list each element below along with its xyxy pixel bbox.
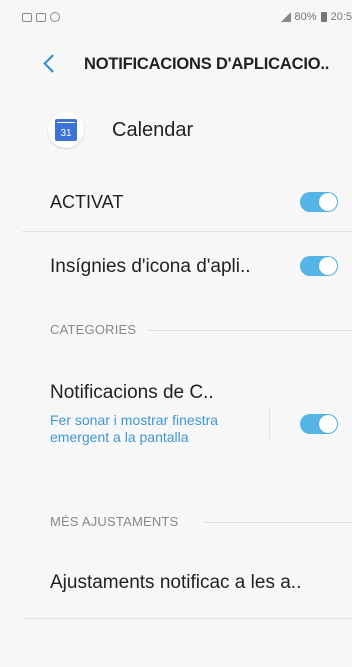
notification-settings-label: Ajustaments notificac a les a.. xyxy=(50,572,302,593)
notification-settings-row[interactable]: Ajustaments notificac a les a.. xyxy=(0,552,352,616)
app-badges-toggle[interactable] xyxy=(300,256,338,276)
back-arrow-icon[interactable] xyxy=(43,54,62,73)
whatsapp-notification-icon xyxy=(50,12,60,22)
categories-header-line xyxy=(148,330,352,331)
more-settings-header: MÉS AJUSTAMENTS xyxy=(50,514,179,529)
category-title: Notificacions de C.. xyxy=(50,382,214,403)
status-icons-left xyxy=(22,12,60,22)
battery-icon xyxy=(320,12,327,22)
category-row[interactable]: Notificacions de C.. Fer sonar i mostrar… xyxy=(0,370,352,480)
signal-icon xyxy=(279,12,291,22)
gallery-notification-icon xyxy=(36,12,46,22)
app-badges-label: Insígnies d'icona d'apli.. xyxy=(50,256,251,277)
image-notification-icon xyxy=(22,12,32,22)
app-badges-row[interactable]: Insígnies d'icona d'apli.. xyxy=(0,232,352,302)
battery-percent: 80% xyxy=(294,11,317,23)
status-time: 20:5 xyxy=(330,11,352,23)
activat-label: ACTIVAT xyxy=(50,192,124,212)
app-bar: NOTIFICACIONS D'APLICACIO.. xyxy=(0,34,352,96)
calendar-icon-day: 31 xyxy=(55,119,77,141)
calendar-icon: 31 xyxy=(48,112,84,148)
category-toggle[interactable] xyxy=(300,414,338,434)
status-bar: 80% 20:5 xyxy=(0,0,352,34)
categories-header: CATEGORIES xyxy=(50,322,137,337)
status-icons-right: 80% 20:5 xyxy=(279,11,352,23)
app-name: Calendar xyxy=(112,118,194,141)
page-title: NOTIFICACIONS D'APLICACIO.. xyxy=(84,55,330,73)
more-settings-header-line xyxy=(204,522,352,523)
category-subtitle: Fer sonar i mostrar finestra emergent a … xyxy=(50,412,219,445)
divider xyxy=(22,618,352,619)
activat-row[interactable]: ACTIVAT xyxy=(0,166,352,230)
activat-toggle[interactable] xyxy=(300,192,338,212)
app-info: 31 Calendar xyxy=(48,112,193,148)
category-separator xyxy=(269,408,270,438)
